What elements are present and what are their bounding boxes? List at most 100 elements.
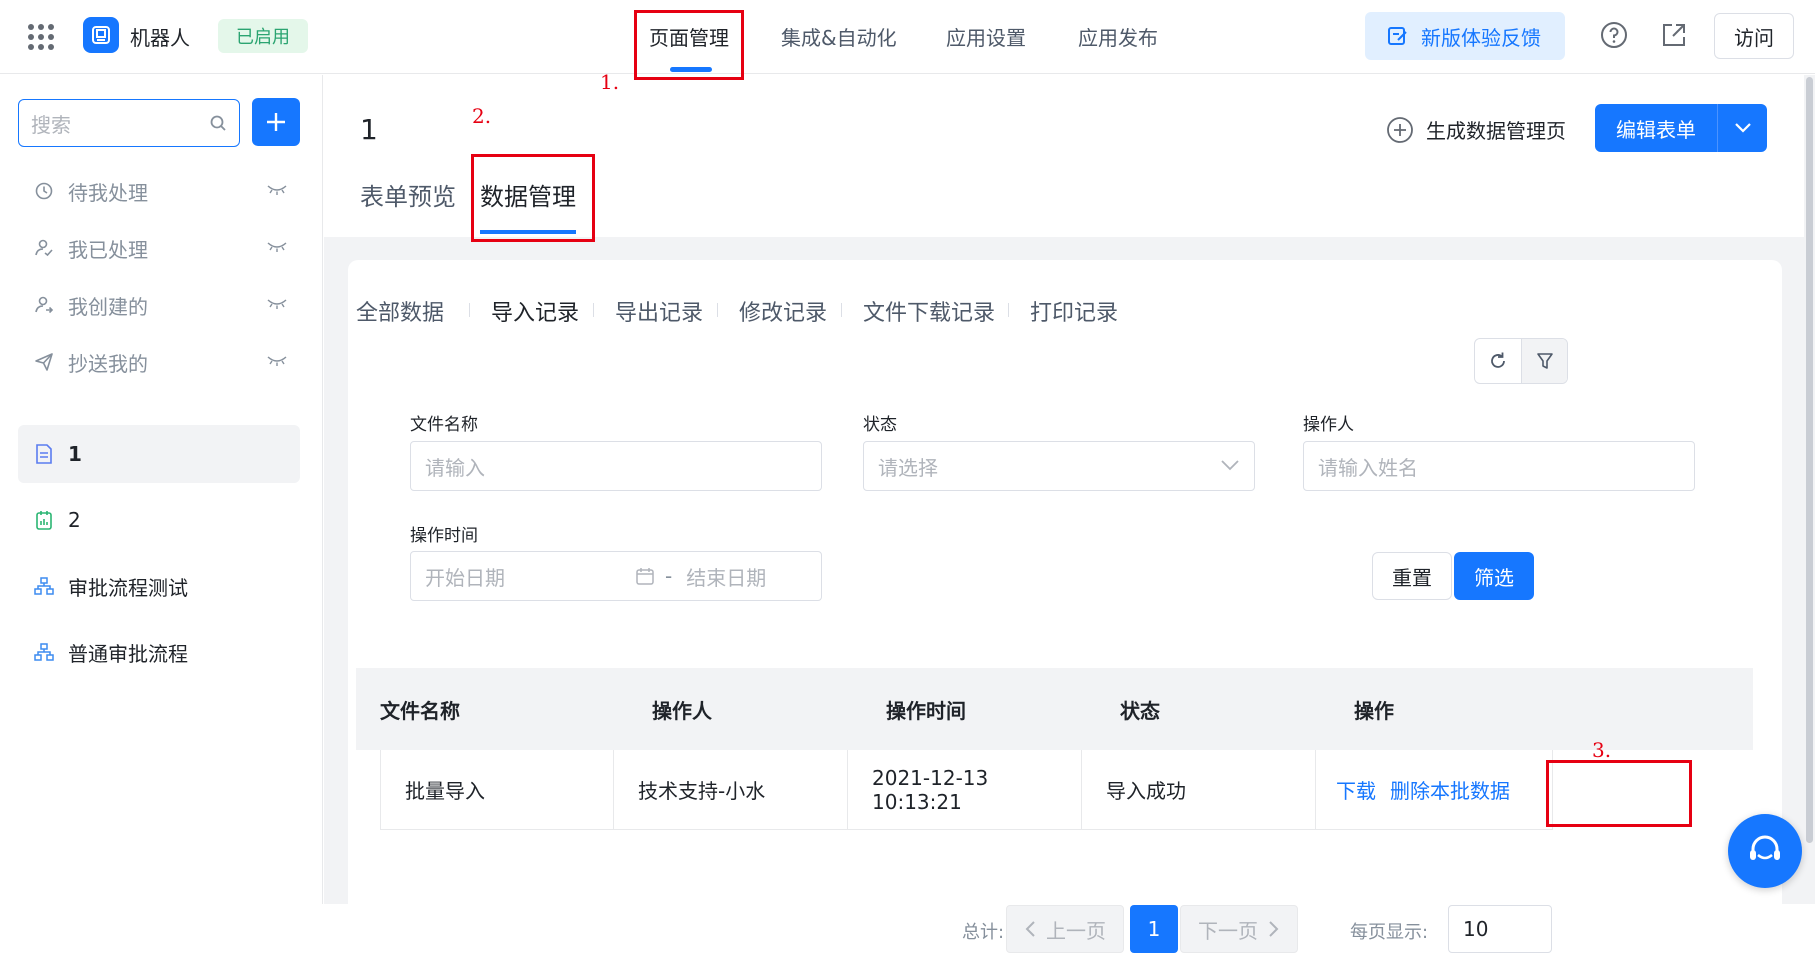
tab-import-records[interactable]: 导入记录 xyxy=(491,295,579,327)
column-header: 操作人 xyxy=(652,698,712,723)
annotation-step-1: 1. xyxy=(600,70,620,94)
sidebar-item-label: 待我处理 xyxy=(68,180,148,205)
sidebar-item-cc[interactable]: 抄送我的 xyxy=(18,333,300,391)
edit-form-label: 编辑表单 xyxy=(1616,117,1696,142)
nav-app-settings[interactable]: 应用设置 xyxy=(946,22,1026,51)
search-placeholder: 搜索 xyxy=(31,112,71,137)
next-page-button[interactable]: 下一页 xyxy=(1180,905,1298,953)
customer-service-button[interactable] xyxy=(1728,814,1802,888)
help-icon[interactable] xyxy=(1599,20,1629,50)
delete-batch-link[interactable]: 删除本批数据 xyxy=(1390,775,1510,804)
top-bar: 机器人 已启用 页面管理 集成&自动化 应用设置 应用发布 新版体验反馈 访问 xyxy=(0,0,1815,74)
tab-form-preview[interactable]: 表单预览 xyxy=(360,177,456,212)
filter-label-time: 操作时间 xyxy=(410,526,478,546)
column-header: 操作 xyxy=(1354,698,1394,723)
scrollbar-thumb[interactable] xyxy=(1806,77,1813,843)
plus-icon xyxy=(267,113,285,131)
nav-integration-automation[interactable]: 集成&自动化 xyxy=(781,22,897,51)
tab-print-records[interactable]: 打印记录 xyxy=(1030,295,1118,327)
user-share-icon xyxy=(32,293,56,317)
eye-closed-icon[interactable] xyxy=(266,239,288,255)
filter-icon[interactable] xyxy=(1521,339,1567,383)
column-header: 文件名称 xyxy=(380,698,460,723)
visit-button[interactable]: 访问 xyxy=(1714,13,1794,59)
app-logo-icon xyxy=(83,17,119,53)
sidebar-item-label: 2 xyxy=(68,508,81,532)
sidebar-item-label: 审批流程测试 xyxy=(68,575,188,600)
prev-page-button[interactable]: 上一页 xyxy=(1006,905,1124,953)
tab-modify-records[interactable]: 修改记录 xyxy=(739,295,827,327)
tab-divider xyxy=(469,303,470,317)
status-select[interactable]: 请选择 xyxy=(863,441,1255,491)
apps-grid-icon[interactable] xyxy=(28,24,54,50)
filter-label-status: 状态 xyxy=(863,415,897,435)
input-placeholder: 请输入 xyxy=(425,455,485,480)
status-badge: 已启用 xyxy=(218,19,308,53)
generate-data-page-label: 生成数据管理页 xyxy=(1426,119,1566,143)
eye-closed-icon[interactable] xyxy=(266,296,288,312)
tab-divider xyxy=(593,303,594,317)
next-page-label: 下一页 xyxy=(1198,918,1258,943)
tab-all-data[interactable]: 全部数据 xyxy=(356,295,444,327)
cell-status: 导入成功 xyxy=(1082,750,1316,829)
tab-divider xyxy=(841,303,842,317)
operator-input[interactable]: 请输入姓名 xyxy=(1303,441,1695,491)
page-size-select[interactable]: 10 xyxy=(1448,905,1552,953)
end-date-placeholder[interactable]: 结束日期 xyxy=(686,562,766,591)
flow-icon xyxy=(32,640,56,664)
annotation-box-2 xyxy=(471,154,595,242)
tab-download-records[interactable]: 文件下载记录 xyxy=(863,295,995,327)
annotation-box-1 xyxy=(634,10,744,80)
user-check-icon xyxy=(32,236,56,260)
nav-app-publish[interactable]: 应用发布 xyxy=(1078,22,1158,51)
open-external-icon[interactable] xyxy=(1659,20,1689,50)
generate-data-page-link[interactable]: 生成数据管理页 xyxy=(1386,115,1566,144)
clock-icon xyxy=(32,179,56,203)
table-header: 文件名称 操作人 操作时间 状态 操作 xyxy=(356,668,1753,750)
annotation-step-2: 2. xyxy=(472,104,492,128)
reset-button[interactable]: 重置 xyxy=(1372,552,1452,600)
filter-button[interactable]: 筛选 xyxy=(1454,552,1534,600)
date-range-picker[interactable]: 开始日期 - 结束日期 xyxy=(410,551,822,601)
eye-closed-icon[interactable] xyxy=(266,182,288,198)
scrollbar[interactable] xyxy=(1804,75,1815,904)
sidebar-item-form-1[interactable]: 1 xyxy=(18,425,300,483)
eye-closed-icon[interactable] xyxy=(266,353,288,369)
sidebar-item-label: 1 xyxy=(68,442,82,466)
sidebar-item-report-2[interactable]: 2 xyxy=(18,491,300,549)
download-link[interactable]: 下载 xyxy=(1336,775,1376,804)
refresh-icon[interactable] xyxy=(1475,339,1521,383)
page-1-button[interactable]: 1 xyxy=(1130,905,1178,953)
column-header: 操作时间 xyxy=(886,698,966,723)
date-range-separator: - xyxy=(665,564,673,588)
filter-label-operator: 操作人 xyxy=(1303,415,1354,435)
report-icon xyxy=(32,508,56,532)
start-date-placeholder[interactable]: 开始日期 xyxy=(425,562,635,591)
add-page-button[interactable] xyxy=(252,98,300,146)
annotation-box-3 xyxy=(1546,760,1692,827)
sidebar-item-approval-test[interactable]: 审批流程测试 xyxy=(18,557,300,615)
sidebar-item-pending[interactable]: 待我处理 xyxy=(18,162,300,220)
input-placeholder: 请输入姓名 xyxy=(1318,455,1418,480)
select-placeholder: 请选择 xyxy=(878,455,938,480)
edit-form-button[interactable]: 编辑表单 xyxy=(1595,104,1767,152)
tab-export-records[interactable]: 导出记录 xyxy=(615,295,703,327)
sidebar-item-processed[interactable]: 我已处理 xyxy=(18,219,300,277)
app-name: 机器人 xyxy=(130,26,190,50)
send-icon xyxy=(32,350,56,374)
sidebar: 搜索 待我处理 我已处理 我创建的 抄送我的 1 2 审批流程测试 普通审批流程 xyxy=(0,75,323,904)
search-input[interactable]: 搜索 xyxy=(18,99,240,147)
search-icon xyxy=(210,115,226,131)
sidebar-item-normal-approval[interactable]: 普通审批流程 xyxy=(18,623,300,681)
cell-operator: 技术支持-小水 xyxy=(614,750,848,829)
chevron-down-icon[interactable] xyxy=(1718,122,1767,134)
filter-label-file-name: 文件名称 xyxy=(410,415,478,435)
prev-page-label: 上一页 xyxy=(1046,918,1106,943)
sidebar-item-label: 抄送我的 xyxy=(68,351,148,376)
feedback-button[interactable]: 新版体验反馈 xyxy=(1365,12,1565,60)
file-name-input[interactable]: 请输入 xyxy=(410,441,822,491)
column-header: 状态 xyxy=(1120,698,1160,723)
page-size-value: 10 xyxy=(1463,917,1489,941)
sidebar-item-created[interactable]: 我创建的 xyxy=(18,276,300,334)
import-records-table: 文件名称 操作人 操作时间 状态 操作 xyxy=(356,668,1753,750)
